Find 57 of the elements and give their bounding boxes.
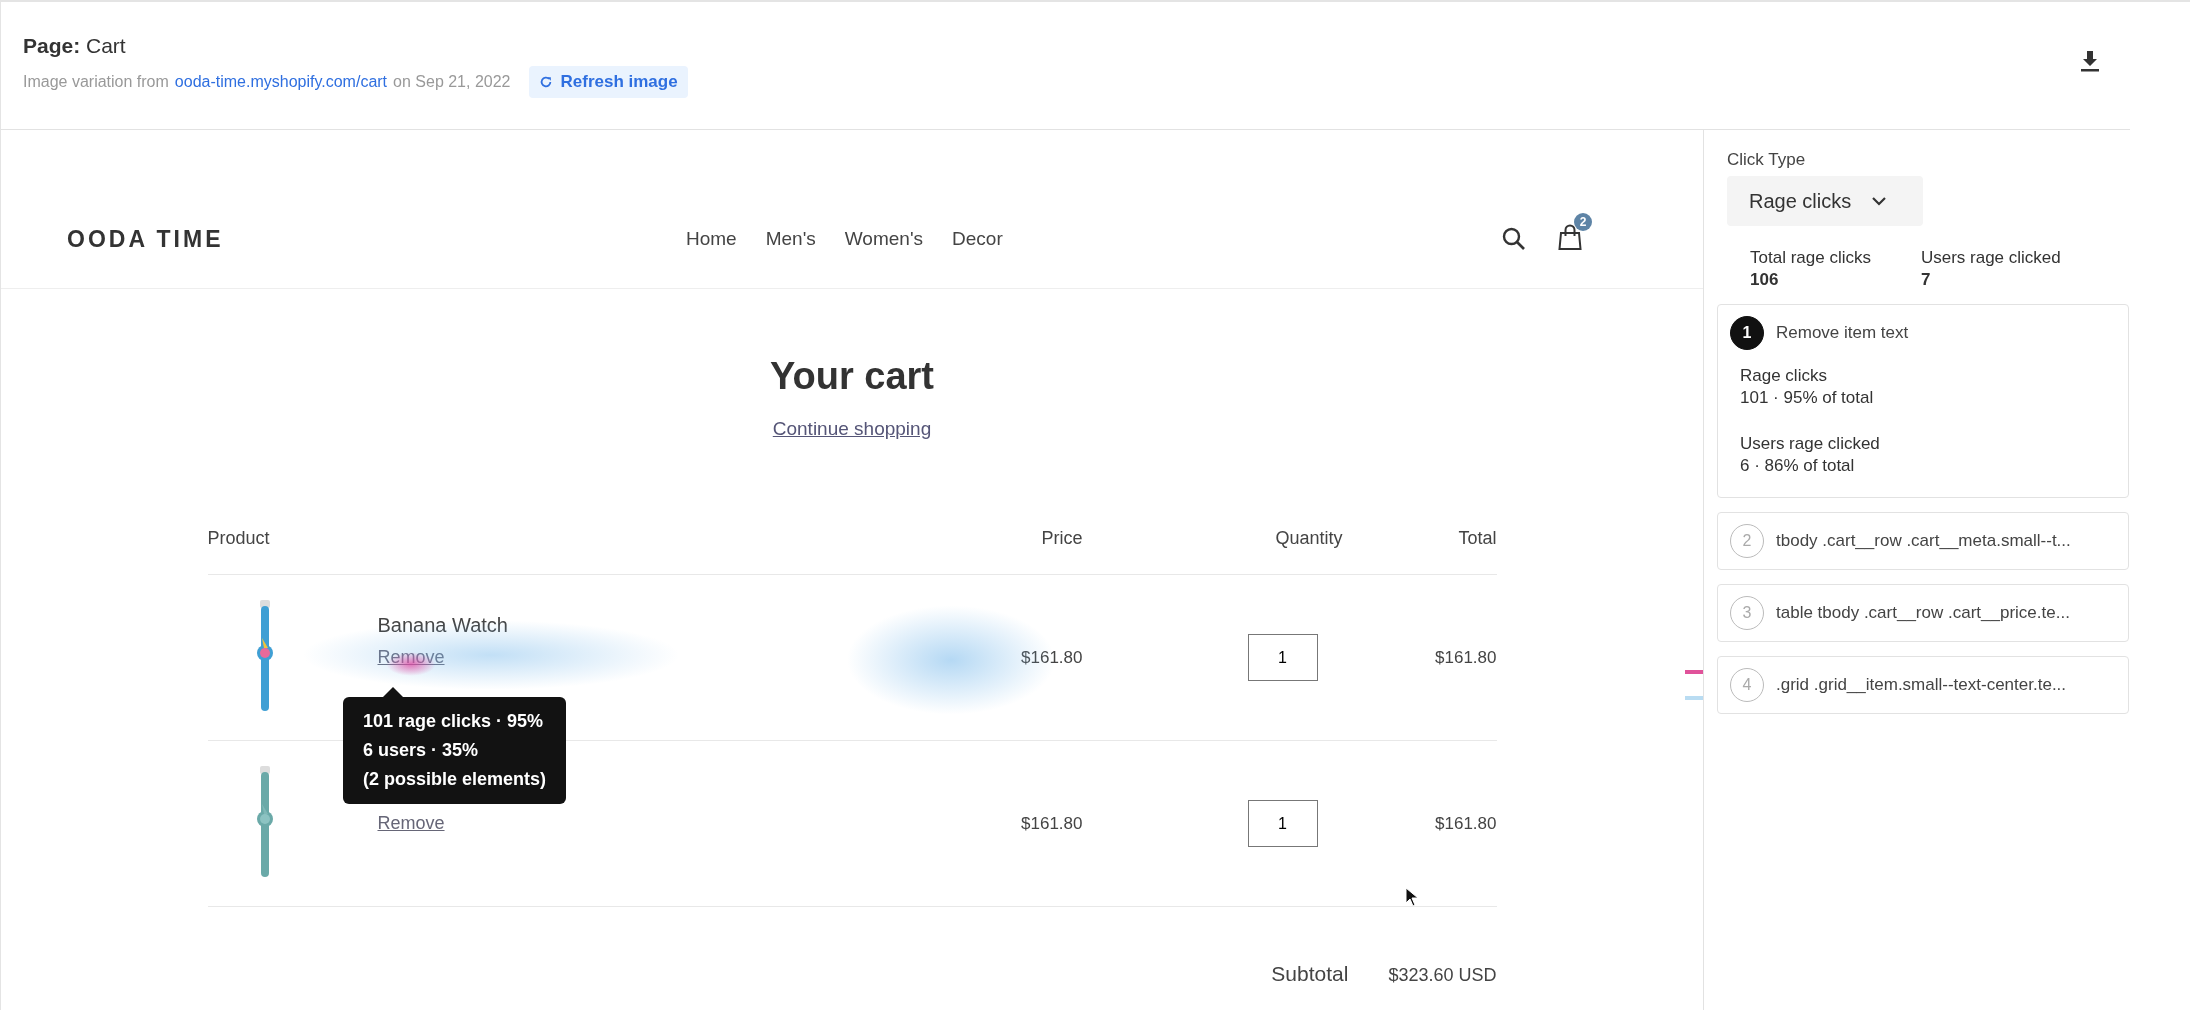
column-header: Price	[1040, 527, 1083, 549]
column-header: Quantity	[1274, 527, 1344, 549]
element-card[interactable]: 3 table tbody .cart__row .cart__price.te...	[1717, 584, 2129, 642]
refresh-button[interactable]: Refresh image	[528, 65, 688, 98]
variation-text: Image variation from	[23, 72, 169, 91]
element-title: .grid .grid__item.small--text-center.te...	[1776, 675, 2067, 695]
click-type-dropdown[interactable]: Rage clicks	[1727, 176, 1923, 226]
column-header: Product	[207, 527, 271, 549]
variation-link[interactable]: ooda-time.myshopify.com/cart	[174, 72, 388, 91]
cart-title: Your cart	[770, 355, 934, 398]
remove-link[interactable]: Remove	[377, 647, 445, 668]
element-card[interactable]: 4 .grid .grid__item.small--text-center.te...	[1717, 656, 2129, 714]
nav-link[interactable]: Women's	[844, 228, 924, 250]
continue-shopping-link[interactable]: Continue shopping	[772, 418, 932, 440]
tooltip-text: 6 users · 35%	[363, 739, 480, 762]
cursor-icon	[1405, 887, 1419, 907]
quantity-input[interactable]: 1	[1247, 634, 1318, 681]
column-header: Total	[1457, 527, 1497, 549]
tooltip-text: 101 rage clicks · 95%	[363, 710, 545, 733]
click-type-label: Click Type	[1727, 150, 1807, 170]
store-logo: OODA TIME	[67, 225, 224, 253]
tooltip-text: (2 possible elements)	[363, 768, 547, 791]
element-title: table tbody .cart__row .cart__price.te...	[1776, 603, 2070, 623]
detail-label: Users rage clicked	[1740, 434, 1881, 454]
nav-link[interactable]: Decor	[952, 228, 1003, 250]
download-icon[interactable]	[2080, 49, 2100, 72]
chevron-down-icon	[1871, 196, 1888, 206]
scroll-marker	[1685, 696, 1703, 700]
search-icon[interactable]	[1501, 226, 1527, 252]
subtotal-label: Subtotal	[1271, 962, 1349, 986]
quantity-input[interactable]: 1	[1247, 800, 1318, 847]
element-card[interactable]: 1 Remove item text Rage clicks 101 · 95% of total Users rage clicked 6 · 86% of total	[1717, 304, 2129, 498]
detail-value: 101 · 95% of total	[1740, 388, 1875, 408]
price-cell-text: $161.80	[1020, 647, 1083, 668]
stat-label: Users rage clicked	[1920, 248, 2061, 268]
detail-label: Rage clicks	[1740, 366, 1828, 386]
stat-value: 7	[1920, 270, 1932, 290]
element-title: Remove item text	[1776, 323, 1909, 343]
nav-link[interactable]: Men's	[765, 228, 816, 250]
refresh-icon	[538, 74, 553, 89]
product-name: Banana Watch	[377, 614, 509, 637]
stat-value: 106	[1750, 270, 1780, 290]
subtotal-value: $323.60 USD	[1388, 965, 1497, 986]
total-cell-text: $161.80	[1434, 647, 1497, 668]
variation-date: on Sep 21, 2022	[393, 72, 511, 91]
remove-link[interactable]: Remove	[377, 813, 445, 834]
stat-label: Total rage clicks	[1750, 248, 1871, 268]
element-card[interactable]: 2 tbody .cart__row .cart__meta.small--t...	[1717, 512, 2129, 570]
page-title: Page: Cart	[23, 33, 127, 58]
scroll-marker	[1685, 670, 1703, 674]
nav-link[interactable]: Home	[686, 228, 737, 250]
total-cell-text: $161.80	[1434, 813, 1497, 834]
number-badge: 1	[1730, 316, 1764, 350]
price-cell-text: $161.80	[1020, 813, 1083, 834]
element-title: tbody .cart__row .cart__meta.small--t...	[1776, 531, 2071, 551]
detail-value: 6 · 86% of total	[1740, 456, 1856, 476]
cart-count-badge: 2	[1574, 213, 1592, 231]
